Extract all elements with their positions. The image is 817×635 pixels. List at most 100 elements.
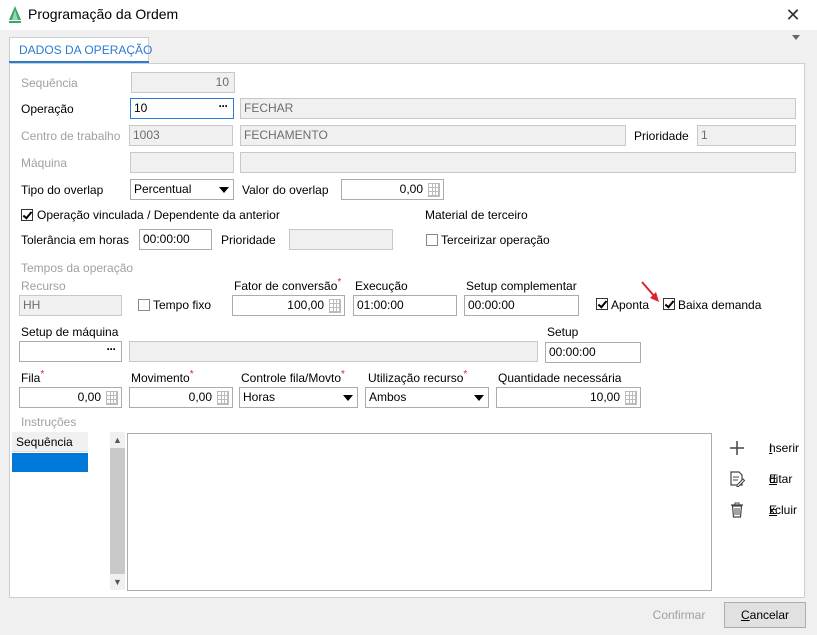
maquina-desc-field bbox=[240, 152, 796, 173]
utilizacao-recurso-label: Utilização recurso* bbox=[368, 369, 468, 386]
instrucoes-scrollbar[interactable]: ▲ ▼ bbox=[110, 432, 125, 590]
prioridade-mid-field bbox=[289, 229, 393, 250]
calculator-icon[interactable] bbox=[625, 391, 637, 405]
fila-text: Fila bbox=[21, 371, 41, 385]
excluir-button[interactable]: Excluir bbox=[729, 502, 799, 519]
setup-input[interactable]: 00:00:00 bbox=[545, 342, 641, 363]
instrucoes-section-title: Instruções bbox=[21, 415, 77, 429]
tempo-fixo-label: Tempo fixo bbox=[153, 298, 212, 312]
setup-label: Setup bbox=[547, 325, 579, 339]
cancelar-button[interactable]: Cancelar bbox=[724, 602, 806, 628]
maquina-label: Máquina bbox=[21, 156, 68, 170]
calculator-icon[interactable] bbox=[428, 183, 440, 197]
window-title: Programação da Ordem bbox=[28, 6, 179, 22]
editar-button[interactable]: Editar bbox=[729, 471, 799, 488]
required-mark: * bbox=[337, 277, 342, 288]
prioridade-top-label: Prioridade bbox=[634, 129, 689, 143]
movimento-label: Movimento* bbox=[131, 369, 194, 386]
prioridade-top-field: 1 bbox=[697, 125, 796, 146]
prioridade-mid-label: Prioridade bbox=[221, 233, 276, 247]
calculator-icon[interactable] bbox=[329, 299, 341, 313]
terceirizar-label: Terceirizar operação bbox=[441, 233, 550, 247]
app-logo-icon bbox=[9, 6, 21, 23]
quantidade-label: Quantidade necessária bbox=[498, 371, 622, 385]
movimento-input[interactable]: 0,00 bbox=[129, 387, 233, 408]
sequencia-label: Sequência bbox=[21, 76, 78, 90]
valor-overlap-input[interactable]: 0,00 bbox=[341, 179, 444, 200]
fator-conversao-input[interactable]: 100,00 bbox=[232, 295, 345, 316]
utilizacao-recurso-select[interactable]: Ambos bbox=[365, 387, 489, 408]
fila-input[interactable]: 0,00 bbox=[19, 387, 122, 408]
setup-complementar-label: Setup complementar bbox=[466, 279, 577, 293]
material-terceiro-label: Material de terceiro bbox=[425, 208, 528, 222]
accel-key: C bbox=[740, 608, 750, 622]
label-rest: ancelar bbox=[749, 608, 790, 622]
confirmar-button[interactable]: Confirmar bbox=[641, 603, 717, 627]
controle-fila-value: Horas bbox=[243, 390, 276, 404]
baixa-demanda-checkbox[interactable] bbox=[663, 298, 675, 310]
tolerancia-label: Tolerância em horas bbox=[21, 233, 130, 247]
operacao-value: 10 bbox=[134, 101, 148, 115]
setup-maquina-lookup-button[interactable]: ··· bbox=[103, 342, 119, 361]
chevron-down-icon bbox=[219, 187, 229, 193]
required-mark: * bbox=[189, 369, 194, 380]
quantidade-value: 10,00 bbox=[589, 390, 620, 404]
tab-label: DADOS DA OPERAÇÃO bbox=[19, 43, 153, 57]
recurso-field: HH bbox=[19, 295, 122, 316]
centro-code-field: 1003 bbox=[129, 125, 233, 146]
chevron-down-icon[interactable] bbox=[792, 34, 802, 42]
close-button[interactable]: ✕ bbox=[778, 3, 808, 27]
plus-icon bbox=[730, 441, 744, 455]
tipo-overlap-label: Tipo do overlap bbox=[21, 183, 104, 197]
tempos-section-title: Tempos da operação bbox=[21, 261, 134, 275]
movimento-value: 0,00 bbox=[188, 390, 212, 404]
calculator-icon[interactable] bbox=[217, 391, 229, 405]
chevron-down-icon bbox=[343, 395, 353, 401]
label-rest: ditar bbox=[769, 472, 793, 486]
tipo-overlap-value: Percentual bbox=[134, 182, 192, 196]
setup-maquina-input[interactable]: ··· bbox=[19, 341, 122, 362]
terceirizar-checkbox[interactable] bbox=[426, 234, 438, 246]
execucao-label: Execução bbox=[355, 279, 408, 293]
operacao-vinculada-checkbox[interactable] bbox=[21, 209, 33, 221]
instrucoes-text-area[interactable] bbox=[127, 433, 712, 591]
quantidade-input[interactable]: 10,00 bbox=[496, 387, 641, 408]
label-rest: xcluir bbox=[769, 503, 798, 517]
scroll-down-icon[interactable]: ▼ bbox=[110, 574, 125, 590]
utilizacao-recurso-text: Utilização recurso bbox=[368, 371, 464, 385]
setup-maquina-label: Setup de máquina bbox=[21, 325, 119, 339]
tolerancia-input[interactable]: 00:00:00 bbox=[139, 229, 212, 250]
controle-fila-select[interactable]: Horas bbox=[239, 387, 358, 408]
fila-value: 0,00 bbox=[77, 390, 101, 404]
chevron-down-icon bbox=[474, 395, 484, 401]
calculator-icon[interactable] bbox=[106, 391, 118, 405]
scroll-up-icon[interactable]: ▲ bbox=[110, 432, 125, 448]
baixa-demanda-label: Baixa demanda bbox=[678, 298, 762, 312]
operacao-label: Operação bbox=[21, 102, 74, 116]
list-item[interactable] bbox=[12, 453, 88, 472]
fator-conversao-value: 100,00 bbox=[287, 298, 324, 312]
setup-complementar-input[interactable]: 00:00:00 bbox=[464, 295, 579, 316]
operacao-lookup-button[interactable]: ··· bbox=[215, 99, 231, 118]
instrucoes-list-header[interactable]: Sequência bbox=[12, 432, 88, 452]
utilizacao-recurso-value: Ambos bbox=[369, 390, 407, 404]
tipo-overlap-select[interactable]: Percentual bbox=[130, 179, 234, 200]
aponta-checkbox[interactable] bbox=[596, 298, 608, 310]
sequencia-field: 10 bbox=[131, 72, 235, 93]
centro-label: Centro de trabalho bbox=[21, 129, 121, 143]
fila-label: Fila* bbox=[21, 370, 44, 386]
recurso-label: Recurso bbox=[21, 279, 66, 293]
operacao-input[interactable]: 10 ··· bbox=[130, 98, 234, 119]
execucao-input[interactable]: 01:00:00 bbox=[353, 295, 457, 316]
edit-document-icon bbox=[730, 471, 745, 487]
fator-conversao-text: Fator de conversão bbox=[234, 279, 338, 293]
trash-icon bbox=[731, 502, 743, 518]
operacao-desc-field: FECHAR bbox=[240, 98, 796, 119]
setup-maquina-desc-field bbox=[129, 341, 538, 362]
movimento-text: Movimento bbox=[131, 371, 190, 385]
valor-overlap-value: 0,00 bbox=[399, 182, 423, 196]
maquina-code-field bbox=[130, 152, 234, 173]
tempo-fixo-checkbox[interactable] bbox=[138, 299, 150, 311]
required-mark: * bbox=[463, 369, 468, 380]
inserir-button[interactable]: Inserir bbox=[729, 441, 799, 457]
